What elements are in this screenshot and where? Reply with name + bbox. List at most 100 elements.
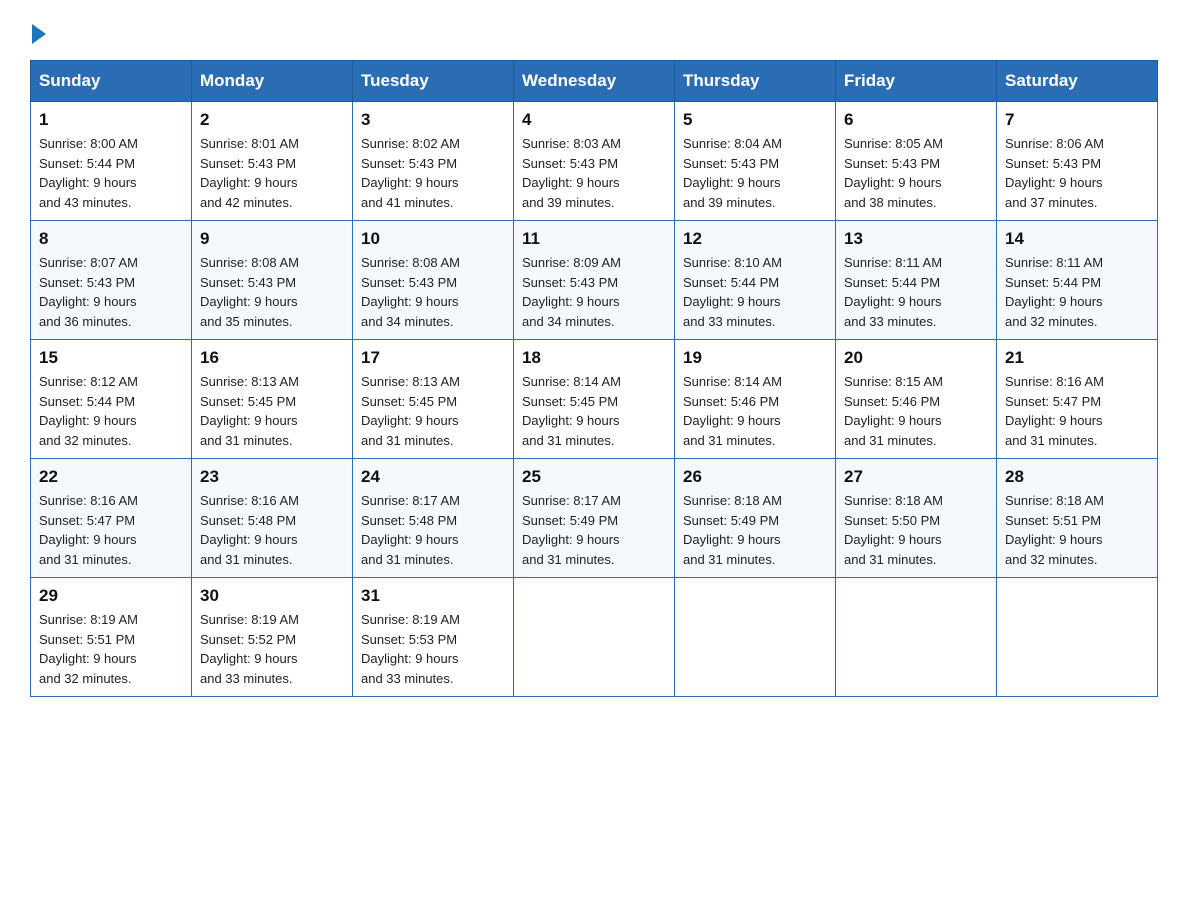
- day-info: Sunrise: 8:19 AMSunset: 5:51 PMDaylight:…: [39, 610, 183, 688]
- day-info: Sunrise: 8:18 AMSunset: 5:50 PMDaylight:…: [844, 491, 988, 569]
- day-info: Sunrise: 8:11 AMSunset: 5:44 PMDaylight:…: [1005, 253, 1149, 331]
- day-number: 2: [200, 110, 344, 130]
- day-number: 20: [844, 348, 988, 368]
- calendar-cell: 25Sunrise: 8:17 AMSunset: 5:49 PMDayligh…: [514, 459, 675, 578]
- calendar-cell: 12 Sunrise: 8:10 AMSunset: 5:44 PMDayligh…: [675, 221, 836, 340]
- calendar-cell: 24 Sunrise: 8:17 AMSunset: 5:48 PMDayligh…: [353, 459, 514, 578]
- calendar-cell: 3 Sunrise: 8:02 AMSunset: 5:43 PMDaylight…: [353, 102, 514, 221]
- day-info: Sunrise: 8:03 AMSunset: 5:43 PMDaylight:…: [522, 134, 666, 212]
- day-info: Sunrise: 8:07 AMSunset: 5:43 PMDaylight:…: [39, 253, 183, 331]
- day-info: Sunrise: 8:09 AMSunset: 5:43 PMDaylight:…: [522, 253, 666, 331]
- weekday-header-saturday: Saturday: [997, 61, 1158, 102]
- calendar-cell: 13 Sunrise: 8:11 AMSunset: 5:44 PMDayligh…: [836, 221, 997, 340]
- calendar-cell: 30 Sunrise: 8:19 AMSunset: 5:52 PMDayligh…: [192, 578, 353, 697]
- day-info: Sunrise: 8:16 AMSunset: 5:47 PMDaylight:…: [1005, 372, 1149, 450]
- day-number: 8: [39, 229, 183, 249]
- day-number: 17: [361, 348, 505, 368]
- day-number: 1: [39, 110, 183, 130]
- calendar-cell: 8 Sunrise: 8:07 AMSunset: 5:43 PMDaylight…: [31, 221, 192, 340]
- weekday-header-sunday: Sunday: [31, 61, 192, 102]
- calendar-cell: 14 Sunrise: 8:11 AMSunset: 5:44 PMDayligh…: [997, 221, 1158, 340]
- calendar-cell: 31 Sunrise: 8:19 AMSunset: 5:53 PMDayligh…: [353, 578, 514, 697]
- day-number: 29: [39, 586, 183, 606]
- day-info: Sunrise: 8:05 AMSunset: 5:43 PMDaylight:…: [844, 134, 988, 212]
- day-info: Sunrise: 8:06 AMSunset: 5:43 PMDaylight:…: [1005, 134, 1149, 212]
- page-header: [30, 20, 1158, 40]
- calendar-cell: 5 Sunrise: 8:04 AMSunset: 5:43 PMDaylight…: [675, 102, 836, 221]
- day-info: Sunrise: 8:16 AMSunset: 5:47 PMDaylight:…: [39, 491, 183, 569]
- calendar-cell: 10Sunrise: 8:08 AMSunset: 5:43 PMDayligh…: [353, 221, 514, 340]
- day-number: 6: [844, 110, 988, 130]
- day-number: 9: [200, 229, 344, 249]
- calendar-cell: [675, 578, 836, 697]
- calendar-cell: 15 Sunrise: 8:12 AMSunset: 5:44 PMDayligh…: [31, 340, 192, 459]
- day-number: 22: [39, 467, 183, 487]
- calendar-cell: 17 Sunrise: 8:13 AMSunset: 5:45 PMDayligh…: [353, 340, 514, 459]
- calendar-table: SundayMondayTuesdayWednesdayThursdayFrid…: [30, 60, 1158, 697]
- day-info: Sunrise: 8:15 AMSunset: 5:46 PMDaylight:…: [844, 372, 988, 450]
- day-info: Sunrise: 8:16 AMSunset: 5:48 PMDaylight:…: [200, 491, 344, 569]
- calendar-cell: 21 Sunrise: 8:16 AMSunset: 5:47 PMDayligh…: [997, 340, 1158, 459]
- calendar-cell: 18 Sunrise: 8:14 AMSunset: 5:45 PMDayligh…: [514, 340, 675, 459]
- day-number: 14: [1005, 229, 1149, 249]
- day-info: Sunrise: 8:11 AMSunset: 5:44 PMDaylight:…: [844, 253, 988, 331]
- day-info: Sunrise: 8:19 AMSunset: 5:53 PMDaylight:…: [361, 610, 505, 688]
- day-number: 26: [683, 467, 827, 487]
- day-info: Sunrise: 8:13 AMSunset: 5:45 PMDaylight:…: [200, 372, 344, 450]
- day-info: Sunrise: 8:12 AMSunset: 5:44 PMDaylight:…: [39, 372, 183, 450]
- calendar-cell: [836, 578, 997, 697]
- day-info: Sunrise: 8:18 AMSunset: 5:51 PMDaylight:…: [1005, 491, 1149, 569]
- calendar-cell: 6 Sunrise: 8:05 AMSunset: 5:43 PMDaylight…: [836, 102, 997, 221]
- weekday-header-wednesday: Wednesday: [514, 61, 675, 102]
- day-info: Sunrise: 8:02 AMSunset: 5:43 PMDaylight:…: [361, 134, 505, 212]
- day-number: 21: [1005, 348, 1149, 368]
- day-number: 18: [522, 348, 666, 368]
- day-number: 7: [1005, 110, 1149, 130]
- day-number: 15: [39, 348, 183, 368]
- day-info: Sunrise: 8:18 AMSunset: 5:49 PMDaylight:…: [683, 491, 827, 569]
- day-number: 11: [522, 229, 666, 249]
- day-number: 5: [683, 110, 827, 130]
- calendar-cell: 28 Sunrise: 8:18 AMSunset: 5:51 PMDayligh…: [997, 459, 1158, 578]
- day-info: Sunrise: 8:17 AMSunset: 5:48 PMDaylight:…: [361, 491, 505, 569]
- day-info: Sunrise: 8:10 AMSunset: 5:44 PMDaylight:…: [683, 253, 827, 331]
- day-info: Sunrise: 8:17 AMSunset: 5:49 PMDaylight:…: [522, 491, 666, 569]
- calendar-cell: 1Sunrise: 8:00 AMSunset: 5:44 PMDaylight…: [31, 102, 192, 221]
- calendar-cell: 16 Sunrise: 8:13 AMSunset: 5:45 PMDayligh…: [192, 340, 353, 459]
- calendar-cell: 11 Sunrise: 8:09 AMSunset: 5:43 PMDayligh…: [514, 221, 675, 340]
- day-number: 31: [361, 586, 505, 606]
- calendar-cell: 7 Sunrise: 8:06 AMSunset: 5:43 PMDaylight…: [997, 102, 1158, 221]
- day-number: 4: [522, 110, 666, 130]
- logo-arrow-icon: [32, 24, 46, 44]
- day-info: Sunrise: 8:14 AMSunset: 5:45 PMDaylight:…: [522, 372, 666, 450]
- weekday-header-tuesday: Tuesday: [353, 61, 514, 102]
- calendar-cell: 26 Sunrise: 8:18 AMSunset: 5:49 PMDayligh…: [675, 459, 836, 578]
- day-info: Sunrise: 8:14 AMSunset: 5:46 PMDaylight:…: [683, 372, 827, 450]
- day-number: 10: [361, 229, 505, 249]
- day-info: Sunrise: 8:04 AMSunset: 5:43 PMDaylight:…: [683, 134, 827, 212]
- day-number: 12: [683, 229, 827, 249]
- day-info: Sunrise: 8:19 AMSunset: 5:52 PMDaylight:…: [200, 610, 344, 688]
- weekday-header-friday: Friday: [836, 61, 997, 102]
- calendar-cell: 20 Sunrise: 8:15 AMSunset: 5:46 PMDayligh…: [836, 340, 997, 459]
- day-number: 19: [683, 348, 827, 368]
- weekday-header-monday: Monday: [192, 61, 353, 102]
- calendar-cell: 29 Sunrise: 8:19 AMSunset: 5:51 PMDayligh…: [31, 578, 192, 697]
- calendar-cell: 23 Sunrise: 8:16 AMSunset: 5:48 PMDayligh…: [192, 459, 353, 578]
- calendar-cell: 4 Sunrise: 8:03 AMSunset: 5:43 PMDaylight…: [514, 102, 675, 221]
- weekday-header-thursday: Thursday: [675, 61, 836, 102]
- logo: [30, 20, 46, 40]
- day-number: 16: [200, 348, 344, 368]
- calendar-cell: 19 Sunrise: 8:14 AMSunset: 5:46 PMDayligh…: [675, 340, 836, 459]
- day-number: 3: [361, 110, 505, 130]
- day-number: 30: [200, 586, 344, 606]
- day-info: Sunrise: 8:13 AMSunset: 5:45 PMDaylight:…: [361, 372, 505, 450]
- calendar-cell: 2Sunrise: 8:01 AMSunset: 5:43 PMDaylight…: [192, 102, 353, 221]
- calendar-cell: [514, 578, 675, 697]
- day-number: 23: [200, 467, 344, 487]
- day-info: Sunrise: 8:08 AMSunset: 5:43 PMDaylight:…: [200, 253, 344, 331]
- day-number: 13: [844, 229, 988, 249]
- day-number: 24: [361, 467, 505, 487]
- day-number: 28: [1005, 467, 1149, 487]
- calendar-cell: 22 Sunrise: 8:16 AMSunset: 5:47 PMDayligh…: [31, 459, 192, 578]
